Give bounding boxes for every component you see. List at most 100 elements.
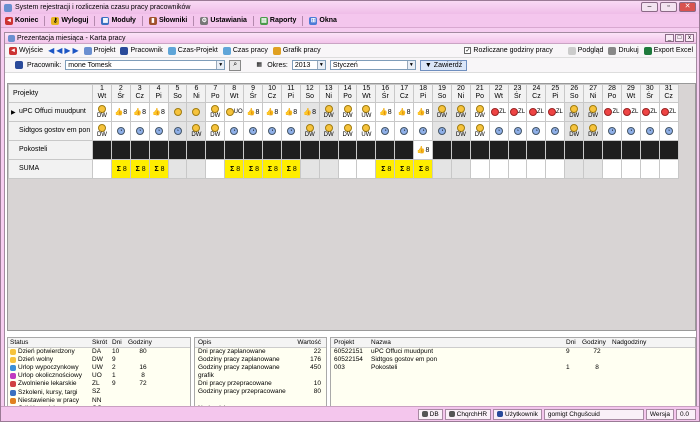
day-cell[interactable]: ◔ xyxy=(394,121,415,141)
day-cell[interactable]: DW xyxy=(318,121,339,141)
day-cell[interactable] xyxy=(205,140,226,160)
day-cell[interactable]: ZL xyxy=(639,102,660,122)
day-cell[interactable] xyxy=(224,140,245,160)
day-cell[interactable]: DW xyxy=(564,102,585,122)
day-cell[interactable]: ◔ xyxy=(507,121,528,141)
day-cell[interactable]: DW xyxy=(432,102,452,122)
day-cell[interactable]: DW xyxy=(92,102,112,122)
maximize-button[interactable]: ▫ xyxy=(660,2,677,12)
day-cell[interactable]: 👍8 xyxy=(129,102,150,122)
day-cell[interactable]: ◔ xyxy=(545,121,566,141)
day-cell[interactable]: UO xyxy=(224,102,245,122)
day-cell[interactable]: 👍8 xyxy=(262,102,282,122)
day-cell[interactable]: ◔ xyxy=(526,121,547,141)
day-cell[interactable]: ◔ xyxy=(488,121,509,141)
day-cell[interactable]: DW xyxy=(450,102,471,122)
day-cell[interactable]: ◔ xyxy=(224,121,245,141)
project-name[interactable]: Sidtgos gostov em pon xyxy=(8,121,93,141)
day-cell[interactable]: 👍8 xyxy=(280,102,301,122)
day-cell[interactable] xyxy=(167,102,188,122)
day-cell[interactable] xyxy=(110,140,131,160)
day-cell[interactable] xyxy=(450,140,471,160)
menu-slowniki[interactable]: ▮ Słowniki xyxy=(148,16,187,25)
day-cell[interactable]: 👍8 xyxy=(110,102,131,122)
day-cell[interactable]: 👍8 xyxy=(413,102,434,122)
day-cell[interactable]: ◔ xyxy=(432,121,452,141)
day-cell[interactable]: ◔ xyxy=(110,121,131,141)
day-cell[interactable]: ◔ xyxy=(413,121,434,141)
day-cell[interactable]: ZL xyxy=(545,102,566,122)
day-cell[interactable]: DW xyxy=(337,121,358,141)
day-cell[interactable]: DW xyxy=(583,121,604,141)
project-name[interactable]: Pokosteli xyxy=(8,140,93,160)
day-cell[interactable] xyxy=(526,140,547,160)
menu-raporty[interactable]: ▤ Raporty xyxy=(259,16,296,25)
window-close-button[interactable]: x xyxy=(685,34,694,42)
day-cell[interactable]: ◔ xyxy=(280,121,301,141)
podglad-button[interactable]: Podgląd xyxy=(567,46,603,55)
day-cell[interactable]: DW xyxy=(564,121,585,141)
day-cell[interactable]: ZL xyxy=(488,102,509,122)
project-name[interactable]: ▶ uPC Offuci muudpunt xyxy=(8,102,93,122)
day-cell[interactable]: ZL xyxy=(658,102,679,122)
year-select[interactable]: 2013 ▼ xyxy=(291,60,326,70)
day-cell[interactable] xyxy=(639,140,660,160)
day-cell[interactable] xyxy=(167,140,188,160)
day-cell[interactable]: DW xyxy=(450,121,471,141)
day-cell[interactable]: DW xyxy=(299,121,320,141)
window-maximize-button[interactable]: □ xyxy=(675,34,684,42)
day-cell[interactable]: DW xyxy=(469,102,490,122)
day-cell[interactable]: ◔ xyxy=(620,121,641,141)
day-cell[interactable] xyxy=(658,140,679,160)
menu-okna[interactable]: ⊞ Okna xyxy=(309,16,337,25)
day-cell[interactable]: ◔ xyxy=(148,121,169,141)
day-cell[interactable]: DW xyxy=(469,121,490,141)
day-cell[interactable]: 👍8 xyxy=(375,102,396,122)
project-summary-row[interactable]: 60522154 Sidtgos gostov em pon xyxy=(331,356,695,364)
day-cell[interactable] xyxy=(299,140,320,160)
day-cell[interactable] xyxy=(186,102,207,122)
project-row[interactable]: Sidtgos gostov em pon DW ◔ ◔ ◔ ◔ DW DW ◔ ◔ ◔ ◔ DW DW D… xyxy=(8,121,679,141)
day-cell[interactable] xyxy=(92,140,112,160)
czas-pracy-button[interactable]: Czas pracy xyxy=(222,46,268,55)
day-cell[interactable] xyxy=(318,140,339,160)
day-cell[interactable]: DW xyxy=(337,102,358,122)
close-button[interactable]: ✕ xyxy=(679,2,696,12)
first-icon[interactable]: ◀ xyxy=(48,46,54,55)
day-cell[interactable] xyxy=(148,140,169,160)
day-cell[interactable] xyxy=(186,140,207,160)
day-cell[interactable]: DW xyxy=(583,102,604,122)
czas-projekt-button[interactable]: Czas-Projekt xyxy=(167,46,218,55)
day-cell[interactable]: DW xyxy=(318,102,339,122)
day-cell[interactable]: 👍8 xyxy=(299,102,320,122)
menu-moduly[interactable]: ▦ Moduły xyxy=(101,16,136,25)
pracownik-select[interactable]: mone Tomesk ▼ xyxy=(65,60,226,70)
search-employee-button[interactable]: ⌕ xyxy=(229,59,242,71)
day-cell[interactable]: 👍8 xyxy=(148,102,169,122)
day-cell[interactable]: 👍8 xyxy=(413,140,434,160)
project-summary-row[interactable]: 003 Pokosteli 1 8 xyxy=(331,364,695,372)
day-cell[interactable]: ◔ xyxy=(658,121,679,141)
day-cell[interactable] xyxy=(375,140,396,160)
day-cell[interactable]: DW xyxy=(186,121,207,141)
menu-koniec[interactable]: ◄ Koniec xyxy=(5,16,38,25)
day-cell[interactable]: UW xyxy=(356,102,377,122)
day-cell[interactable]: ◔ xyxy=(243,121,264,141)
day-cell[interactable] xyxy=(507,140,528,160)
day-cell[interactable] xyxy=(280,140,301,160)
day-cell[interactable] xyxy=(243,140,264,160)
day-cell[interactable]: ZL xyxy=(602,102,622,122)
export-excel-button[interactable]: Export Excel xyxy=(643,46,693,55)
day-cell[interactable]: DW xyxy=(92,121,112,141)
menu-wyloguj[interactable]: ⚷ Wyloguj xyxy=(51,16,88,25)
day-cell[interactable]: DW xyxy=(205,102,226,122)
day-cell[interactable]: 👍8 xyxy=(243,102,264,122)
day-cell[interactable]: ◔ xyxy=(129,121,150,141)
day-cell[interactable]: UW xyxy=(356,121,377,141)
pracownik-button[interactable]: Pracownik xyxy=(120,46,163,55)
rozliczane-checkbox[interactable]: ✓ Rozliczane godziny pracy xyxy=(464,47,553,54)
project-summary-row[interactable]: 60522151 uPC Offuci muudpunt 9 72 xyxy=(331,348,695,356)
day-cell[interactable]: ZL xyxy=(526,102,547,122)
day-cell[interactable] xyxy=(488,140,509,160)
day-cell[interactable] xyxy=(129,140,150,160)
